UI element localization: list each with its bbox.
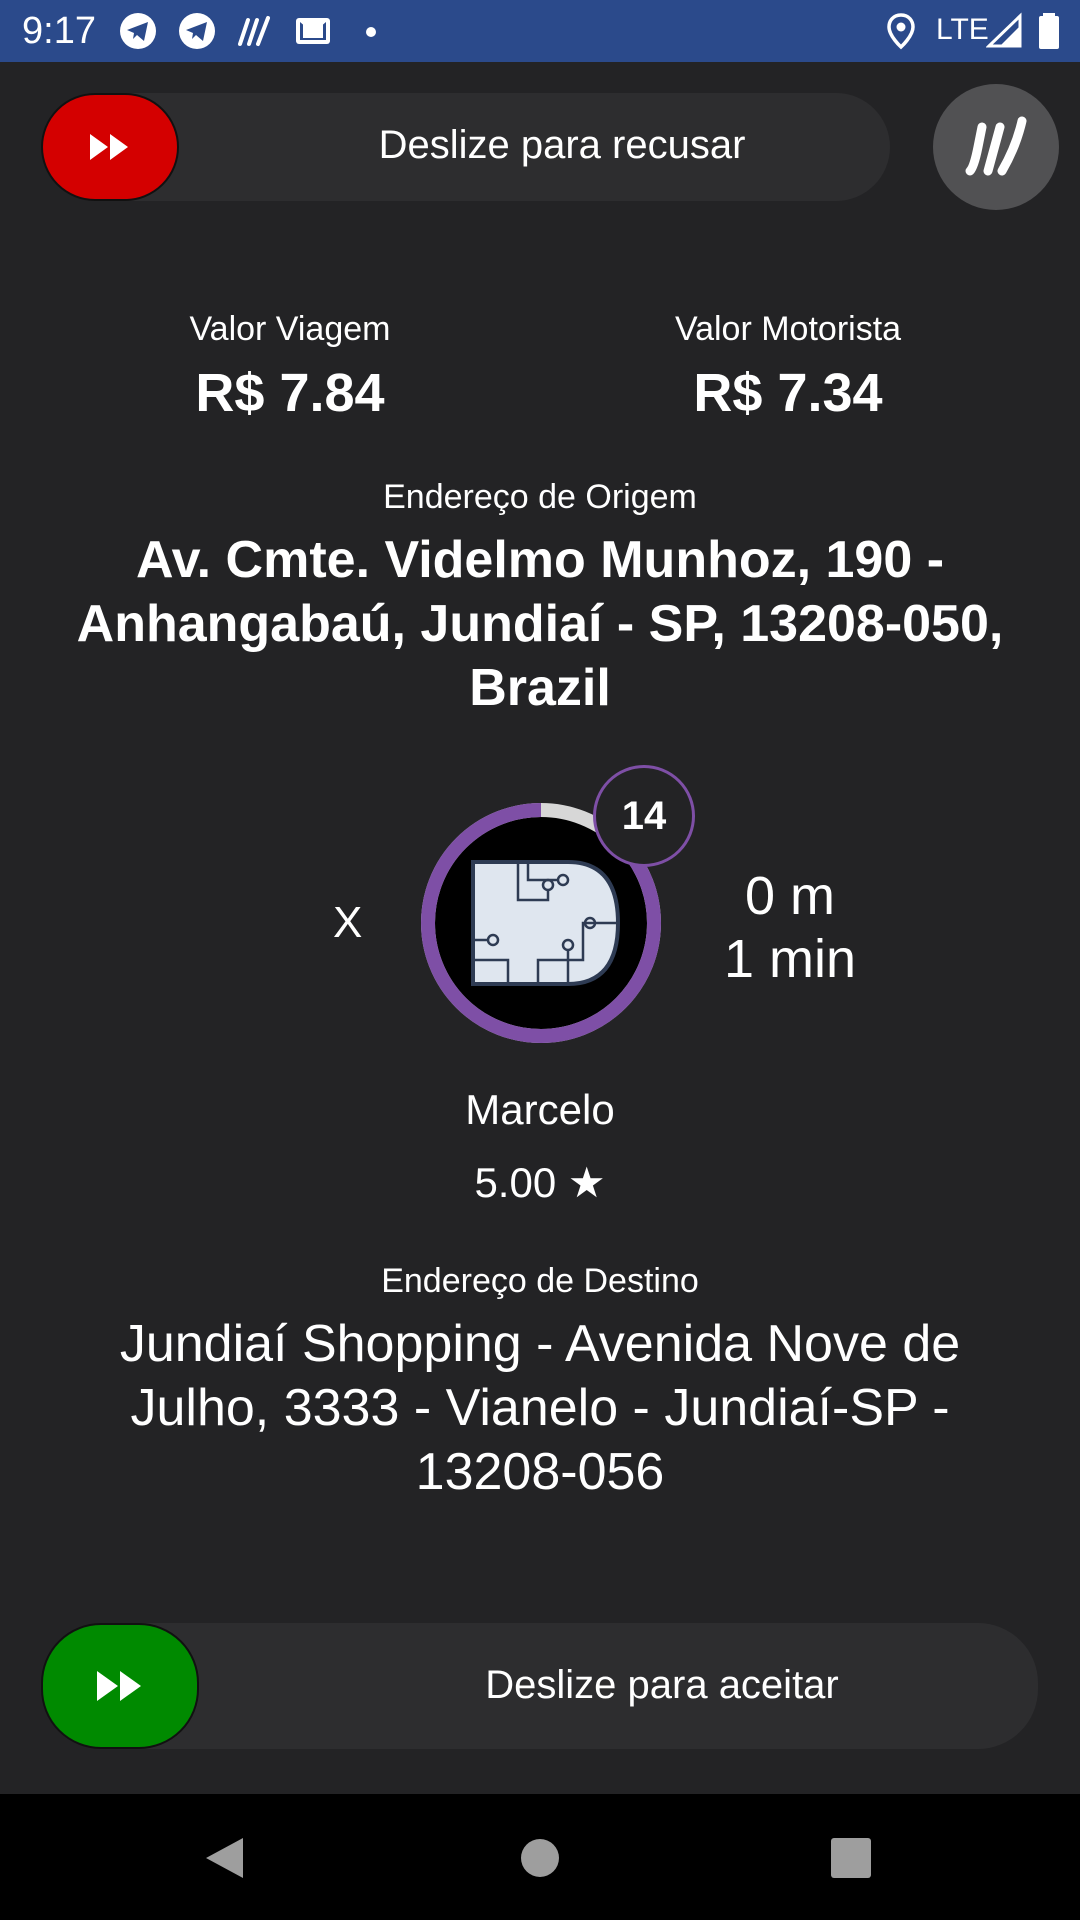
gmail-icon bbox=[296, 18, 330, 44]
duration-value: 1 min bbox=[723, 929, 857, 989]
home-icon[interactable] bbox=[520, 1838, 560, 1878]
distance-value: 0 m bbox=[744, 866, 836, 926]
app-logo-icon bbox=[965, 116, 1027, 176]
signal-icon bbox=[986, 12, 1022, 48]
reject-slider-handle[interactable] bbox=[41, 93, 179, 201]
passenger-name: Marcelo bbox=[465, 1086, 615, 1133]
trip-value-label: Valor Viagem bbox=[189, 310, 391, 348]
countdown-timer-badge: 14 bbox=[593, 765, 695, 867]
telegram-icon bbox=[179, 13, 215, 49]
passenger-rating: 5.00 ★ bbox=[474, 1159, 606, 1206]
destination-address: Jundiaí Shopping - Avenida Nove de Julho… bbox=[119, 1315, 961, 1501]
recents-icon[interactable] bbox=[831, 1838, 871, 1878]
fast-forward-icon bbox=[90, 134, 128, 160]
accept-slider-label: Deslize para aceitar bbox=[485, 1663, 839, 1707]
navigation-bar bbox=[0, 1794, 1080, 1920]
trip-value: R$ 7.84 bbox=[195, 363, 385, 423]
close-button[interactable]: X bbox=[333, 898, 362, 948]
accept-slider[interactable]: Deslize para aceitar bbox=[41, 1623, 1038, 1749]
app-logo-icon bbox=[238, 16, 270, 46]
origin-label: Endereço de Origem bbox=[383, 478, 697, 516]
origin-address: Av. Cmte. Videlmo Munhoz, 190 - Anhangab… bbox=[76, 531, 1004, 717]
back-icon[interactable] bbox=[203, 1836, 245, 1880]
driver-value-label: Valor Motorista bbox=[674, 310, 902, 348]
driver-value: R$ 7.34 bbox=[693, 363, 883, 423]
app-logo-button[interactable] bbox=[933, 84, 1059, 210]
telegram-icon bbox=[120, 13, 156, 49]
dot-icon bbox=[366, 27, 376, 37]
accept-slider-handle[interactable] bbox=[41, 1623, 199, 1749]
reject-slider[interactable]: Deslize para recusar bbox=[41, 93, 890, 201]
network-label: LTE bbox=[936, 13, 989, 46]
reject-slider-label: Deslize para recusar bbox=[378, 123, 746, 167]
location-icon bbox=[887, 13, 915, 50]
fast-forward-icon bbox=[97, 1671, 141, 1701]
status-bar: 9:17 LTE bbox=[0, 0, 1080, 62]
battery-icon bbox=[1039, 13, 1059, 49]
app-logo-icon bbox=[471, 860, 621, 986]
status-time: 9:17 bbox=[22, 10, 96, 52]
destination-label: Endereço de Destino bbox=[381, 1262, 699, 1300]
